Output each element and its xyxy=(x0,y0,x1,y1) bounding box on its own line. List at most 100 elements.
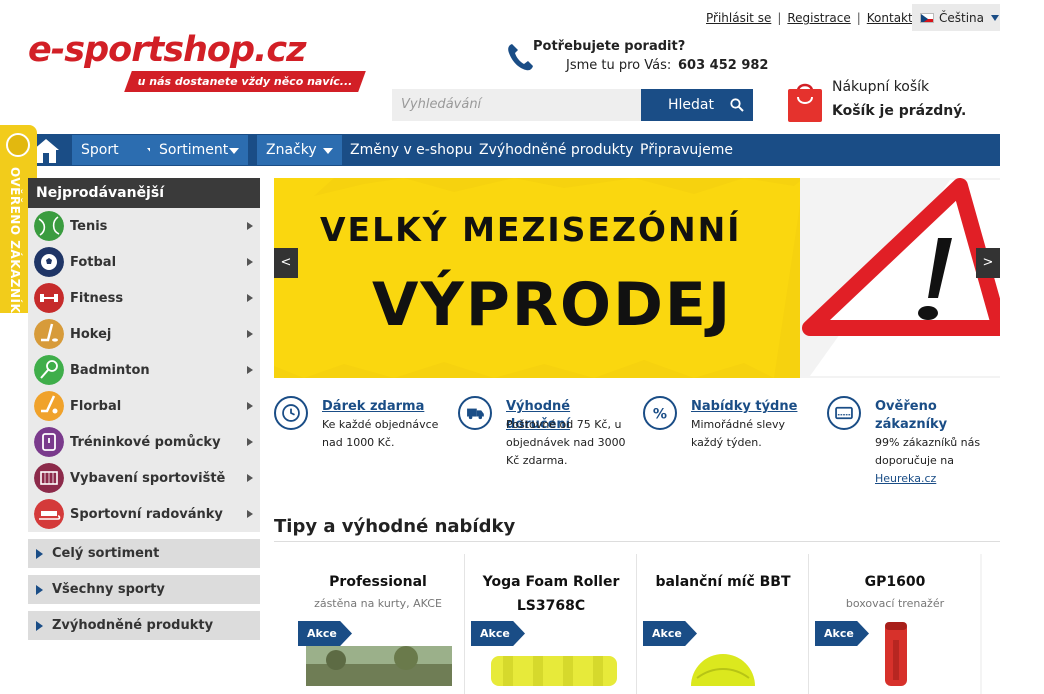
search-button[interactable]: Hledat xyxy=(641,89,753,121)
product-image xyxy=(306,646,452,686)
promo-banner[interactable]: VELKÝ MEZISEZÓNNÍ VÝPRODEJ xyxy=(274,178,1000,378)
contact-link[interactable]: Kontakt xyxy=(867,11,913,25)
search-icon xyxy=(730,98,744,112)
main-navigation: Sport Sortiment Značky Změny v e-shopu Z… xyxy=(28,134,1000,166)
clock-icon xyxy=(274,396,308,430)
sidebar-item-florbal[interactable]: Florbal xyxy=(28,388,260,424)
nav-znacky-label: Značky xyxy=(266,142,317,158)
product-card[interactable]: Yoga Foam Roller LS3768C Akce xyxy=(464,554,636,694)
czech-flag-icon xyxy=(920,12,934,23)
cart-status[interactable]: Košík je prázdný. xyxy=(832,103,966,119)
separator: | xyxy=(777,11,782,25)
language-selector[interactable]: Čeština xyxy=(912,4,1000,31)
chevron-right-icon xyxy=(247,222,253,230)
sidebar-item-label: Tréninkové pomůcky xyxy=(70,435,221,450)
chevron-right-icon xyxy=(247,438,253,446)
feature-text: 99% zákazníků nás xyxy=(875,436,981,449)
register-link[interactable]: Registrace xyxy=(787,11,850,25)
cart-title[interactable]: Nákupní košík xyxy=(832,79,929,95)
sidebar-link-cely-sortiment[interactable]: Celý sortiment xyxy=(28,539,260,568)
nav-sport-label: Sport xyxy=(81,142,119,158)
product-name[interactable]: GP1600 xyxy=(809,570,981,594)
truck-icon xyxy=(458,396,492,430)
sidebar-item-label: Sportovní radovánky xyxy=(70,507,223,522)
sidebar-item-tenis[interactable]: Tenis xyxy=(28,208,260,244)
separator: | xyxy=(856,11,861,25)
shopping-bag-icon[interactable] xyxy=(787,79,823,123)
percent-icon: % xyxy=(643,396,677,430)
product-card[interactable]: balanční míč BBT Akce xyxy=(636,554,808,694)
sidebar-item-vybaveni[interactable]: Vybavení sportoviště xyxy=(28,460,260,496)
feature-title[interactable]: Ověřeno zákazníky xyxy=(875,398,955,434)
dumbbell-icon xyxy=(34,283,64,313)
sidebar-item-label: Florbal xyxy=(70,399,122,414)
feature-text: Poštovné od 75 Kč, u xyxy=(506,418,622,431)
sale-tag: Akce xyxy=(815,621,869,646)
product-name[interactable]: balanční míč BBT xyxy=(637,570,809,594)
product-name[interactable]: Yoga Foam Roller LS3768C xyxy=(465,570,637,618)
chevron-right-icon xyxy=(247,330,253,338)
verified-seal-icon xyxy=(6,133,30,157)
sidebar-item-fotbal[interactable]: Fotbal xyxy=(28,244,260,280)
product-card[interactable]: Professional zástěna na kurty, AKCE Akce xyxy=(292,554,464,694)
banner-title: VÝPRODEJ xyxy=(372,270,733,340)
sidebar-item-badminton[interactable]: Badminton xyxy=(28,352,260,388)
feature-text: Kč zdarma. xyxy=(506,454,568,467)
sidebar-item-hokej[interactable]: Hokej xyxy=(28,316,260,352)
triangle-right-icon xyxy=(36,621,43,631)
sale-tag: Akce xyxy=(643,621,697,646)
sidebar-link-label: Všechny sporty xyxy=(52,582,165,597)
sidebar-item-label: Fitness xyxy=(70,291,124,306)
phone-question: Potřebujete poradit? xyxy=(533,39,686,54)
sled-icon xyxy=(34,499,64,529)
sidebar-link-label: Zvýhodněné produkty xyxy=(52,618,214,633)
product-name[interactable]: Professional xyxy=(292,570,464,594)
nav-zmeny[interactable]: Změny v e-shopu xyxy=(350,135,472,165)
sidebar-item-fitness[interactable]: Fitness xyxy=(28,280,260,316)
sidebar-item-label: Fotbal xyxy=(70,255,117,270)
feature-title[interactable]: Dárek zdarma xyxy=(322,398,424,416)
sidebar-item-label: Tenis xyxy=(70,219,108,234)
product-card[interactable]: GP1600 boxovací trenažér Akce xyxy=(808,554,980,694)
card-icon xyxy=(827,396,861,430)
feature-text: Ke každé objednávce xyxy=(322,418,439,431)
search-input[interactable]: Vyhledávání xyxy=(392,89,642,121)
product-subtitle: boxovací trenažér xyxy=(845,597,945,610)
warning-triangle-icon xyxy=(800,178,1000,378)
sidebar-item-radovanky[interactable]: Sportovní radovánky xyxy=(28,496,260,532)
caret-down-icon xyxy=(229,148,239,154)
sidebar-link-label: Celý sortiment xyxy=(52,546,160,561)
nav-pripravujeme[interactable]: Připravujeme xyxy=(640,135,733,165)
sidebar-item-treninkove[interactable]: Tréninkové pomůcky xyxy=(28,424,260,460)
slogan-text: u nás dostanete vždy něco navíc... xyxy=(137,75,353,88)
feature-title[interactable]: Nabídky týdne xyxy=(691,398,797,416)
chevron-right-icon xyxy=(247,474,253,482)
phone-icon xyxy=(508,44,533,71)
tennis-icon xyxy=(34,211,64,241)
stopwatch-icon xyxy=(34,427,64,457)
floorball-icon xyxy=(34,391,64,421)
sidebar-link-vsechny-sporty[interactable]: Všechny sporty xyxy=(28,575,260,604)
sidebar-category-list: Tenis Fotbal Fitness Hokej Badminton Flo… xyxy=(28,208,260,532)
svg-text:%: % xyxy=(653,406,667,422)
chevron-right-icon xyxy=(247,366,253,374)
sidebar-item-label: Badminton xyxy=(70,363,150,378)
login-link[interactable]: Přihlásit se xyxy=(706,11,771,25)
phone-label: Jsme tu pro Vás: xyxy=(566,58,672,73)
feature-text: každý týden. xyxy=(691,436,762,449)
top-links: Přihlásit se | Registrace | Kontakt xyxy=(706,11,913,25)
nav-znacky[interactable]: Značky xyxy=(257,135,342,165)
phone-number[interactable]: 603 452 982 xyxy=(678,58,768,73)
logo[interactable]: e-sportshop.cz xyxy=(28,30,306,70)
banner-next-button[interactable]: > xyxy=(976,248,1000,278)
nav-sortiment[interactable]: Sortiment xyxy=(150,135,248,165)
product-image xyxy=(885,622,907,686)
sale-tag: Akce xyxy=(298,621,352,646)
heureka-link[interactable]: Heureka.cz xyxy=(875,470,936,488)
sidebar-link-zvyhodnene[interactable]: Zvýhodněné produkty xyxy=(28,611,260,640)
nav-zvyhodnene[interactable]: Zvýhodněné produkty xyxy=(479,135,633,165)
chevron-right-icon xyxy=(247,258,253,266)
banner-prev-button[interactable]: < xyxy=(274,248,298,278)
tips-heading: Tipy a výhodné nabídky xyxy=(274,516,516,537)
chevron-right-icon xyxy=(247,402,253,410)
